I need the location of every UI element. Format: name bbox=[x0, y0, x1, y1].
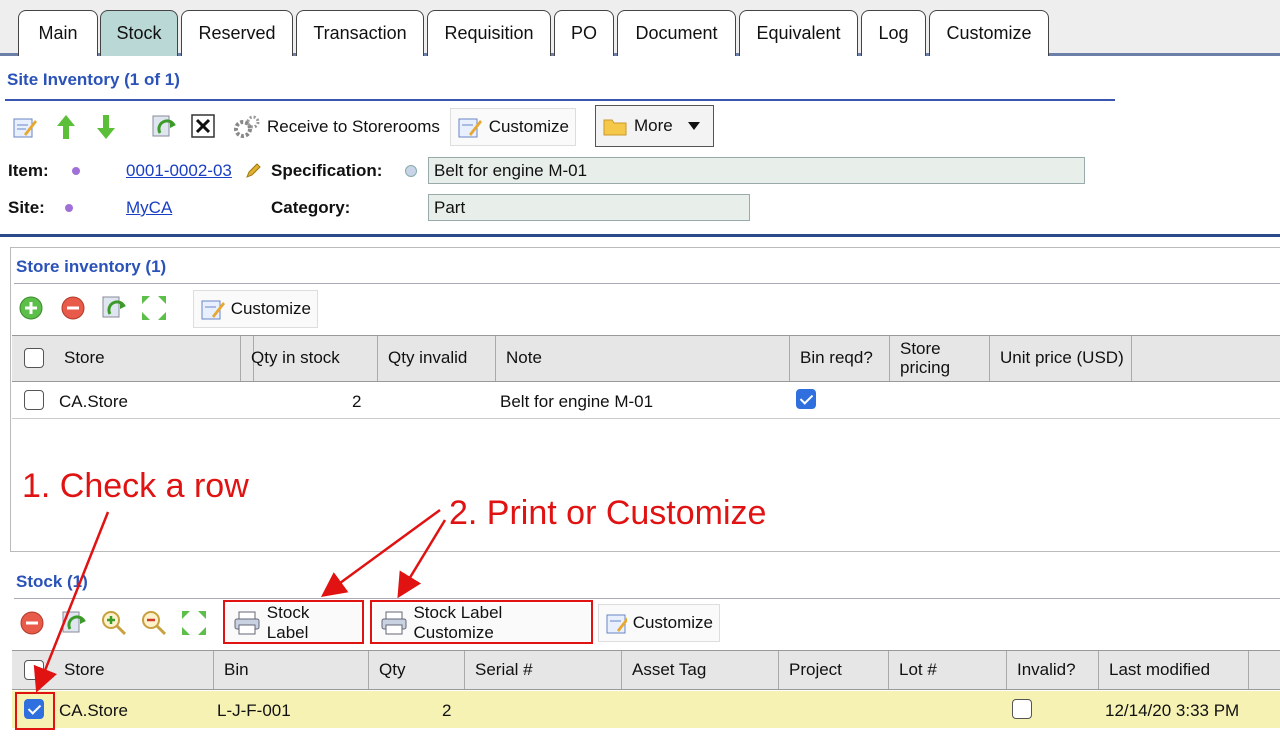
annotation-arrows bbox=[33, 508, 447, 693]
